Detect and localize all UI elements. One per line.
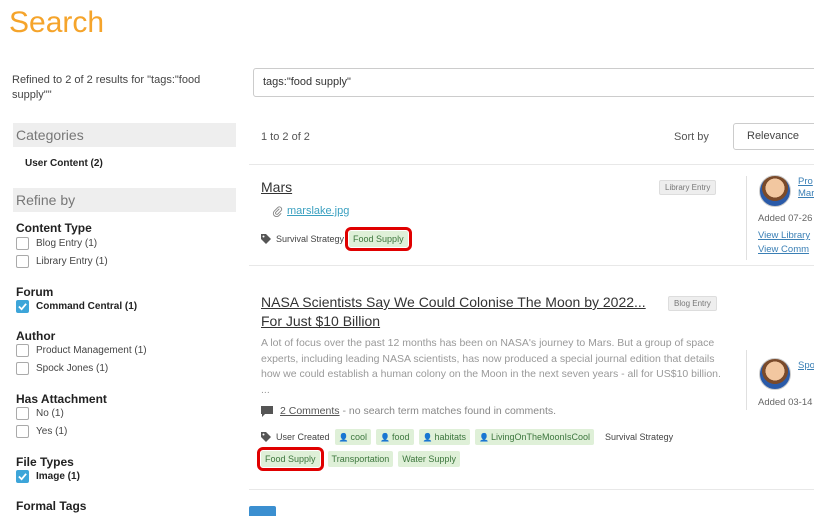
result-type-badge: Blog Entry [668, 296, 717, 311]
meta-divider [746, 350, 747, 410]
avatar[interactable] [759, 175, 791, 207]
facet-option-label: Library Entry (1) [36, 256, 108, 267]
facet-option-command-central[interactable]: Command Central (1) [16, 299, 137, 314]
tag-prefix: User Created [276, 432, 330, 442]
checkbox-checked[interactable] [16, 300, 29, 313]
author-link[interactable]: Spo [798, 360, 814, 371]
tag-chip-highlighted[interactable]: Food Supply [257, 447, 324, 471]
category-user-content[interactable]: User Content (2) [25, 158, 103, 169]
facet-option-image[interactable]: Image (1) [16, 469, 80, 484]
check-icon [18, 303, 27, 311]
tag-chip[interactable]: Water Supply [398, 451, 460, 467]
facet-forum-label: Forum [16, 285, 54, 299]
facet-option-no[interactable]: No (1) [16, 406, 64, 421]
pagination-button[interactable] [249, 506, 276, 516]
sort-select[interactable]: Relevance [733, 123, 814, 150]
facet-option-label: Spock Jones (1) [36, 363, 109, 374]
user-icon: 👤 [338, 433, 349, 442]
paperclip-icon [272, 205, 283, 217]
author-link-2[interactable]: Mar [798, 188, 814, 199]
comment-icon [261, 405, 273, 417]
facet-file-types-label: File Types [16, 455, 74, 469]
facet-formal-tags-label: Formal Tags [16, 499, 87, 513]
user-tag-chip[interactable]: 👤 food [376, 429, 414, 445]
checkbox[interactable] [16, 425, 29, 438]
user-icon: 👤 [422, 433, 433, 442]
added-date: Added 07-26 [758, 213, 813, 224]
tag-icon [261, 432, 271, 442]
attachment[interactable]: marslake.jpg [272, 205, 349, 217]
user-tag-chip[interactable]: 👤 habitats [418, 429, 471, 445]
refine-heading: Refine by [13, 188, 236, 212]
result-title-link-line2[interactable]: For Just $10 Billion [261, 313, 380, 329]
view-comments-link[interactable]: View Comm [758, 244, 809, 255]
facet-option-spock-jones[interactable]: Spock Jones (1) [16, 361, 108, 376]
facet-option-yes[interactable]: Yes (1) [16, 424, 67, 439]
categories-heading: Categories [13, 123, 236, 147]
facet-option-label: Image (1) [36, 471, 80, 482]
result-tags-line2: Food Supply Transportation Water Supply [257, 447, 460, 471]
result-tags: User Created 👤 cool 👤 food 👤 habitats 👤 Livi… [261, 429, 673, 445]
checkbox[interactable] [16, 362, 29, 375]
tag-text: LivingOnTheMoonIsCool [490, 432, 591, 442]
results-count: 1 to 2 of 2 [261, 131, 310, 143]
divider [249, 265, 814, 266]
attachment-link[interactable]: marslake.jpg [287, 205, 349, 217]
divider [249, 164, 814, 165]
facet-option-label: No (1) [36, 408, 64, 419]
result-snippet: A lot of focus over the past 12 months h… [261, 337, 721, 396]
tag-plain[interactable]: Survival Strategy [276, 234, 344, 244]
checkbox[interactable] [16, 344, 29, 357]
facet-option-library-entry[interactable]: Library Entry (1) [16, 254, 108, 269]
page-title: Search [9, 6, 105, 39]
facet-option-blog-entry[interactable]: Blog Entry (1) [16, 236, 97, 251]
check-icon [18, 473, 27, 481]
facet-option-product-management[interactable]: Product Management (1) [16, 343, 147, 358]
result-title-link[interactable]: Mars [261, 179, 292, 195]
facet-option-label: Command Central (1) [36, 301, 138, 312]
user-icon: 👤 [479, 433, 489, 442]
user-icon: 👤 [380, 433, 390, 442]
result-title-link[interactable]: NASA Scientists Say We Could Colonise Th… [261, 294, 646, 310]
facet-option-label: Product Management (1) [36, 345, 147, 356]
checkbox[interactable] [16, 237, 29, 250]
tag-text: food [391, 432, 410, 442]
user-tag-chip[interactable]: 👤 cool [334, 429, 372, 445]
divider [249, 489, 814, 490]
result-tags: Survival Strategy Food Supply [261, 227, 412, 251]
tag-chip-highlighted[interactable]: Food Supply [345, 227, 412, 251]
tag-plain[interactable]: Survival Strategy [605, 432, 673, 442]
facet-author-label: Author [16, 329, 56, 343]
tag-text: habitats [434, 432, 467, 442]
comments-note: - no search term matches found in commen… [339, 405, 557, 417]
sort-label: Sort by [674, 131, 709, 143]
tag-text: cool [350, 432, 368, 442]
facet-content-type-label: Content Type [16, 221, 92, 235]
comments-row: 2 Comments - no search term matches foun… [261, 405, 556, 417]
tag-icon [261, 234, 271, 244]
checkbox-checked[interactable] [16, 470, 29, 483]
added-date: Added 03-14 [758, 397, 813, 408]
comments-link[interactable]: 2 Comments [280, 405, 340, 417]
avatar[interactable] [759, 358, 791, 390]
checkbox[interactable] [16, 407, 29, 420]
author-link[interactable]: Pro [798, 176, 813, 187]
tag-chip[interactable]: Transportation [327, 451, 394, 467]
view-library-link[interactable]: View Library [758, 230, 810, 241]
search-input[interactable]: tags:"food supply" [253, 68, 814, 97]
facet-has-attachment-label: Has Attachment [16, 392, 107, 406]
facet-option-label: Yes (1) [36, 426, 68, 437]
facet-option-label: Blog Entry (1) [36, 238, 98, 249]
user-tag-chip[interactable]: 👤 LivingOnTheMoonIsCool [475, 429, 595, 445]
result-type-badge: Library Entry [659, 180, 717, 195]
meta-divider [746, 176, 747, 260]
refined-summary: Refined to 2 of 2 results for "tags:"foo… [12, 74, 201, 101]
checkbox[interactable] [16, 255, 29, 268]
